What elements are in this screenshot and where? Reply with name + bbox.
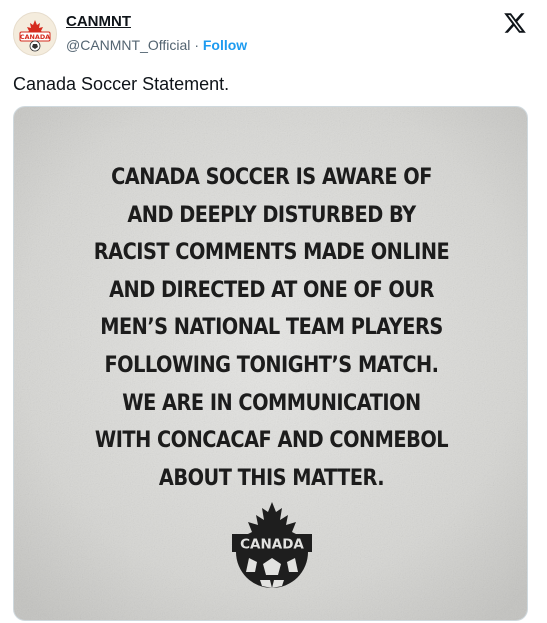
canada-soccer-crest-icon: CANADA [14, 13, 56, 55]
tweet-card: CANADA CANMNT @CANMNT_Official · Follow … [0, 0, 547, 623]
canada-soccer-logo-icon: CANADA [232, 502, 312, 588]
display-name[interactable]: CANMNT [66, 13, 131, 31]
x-logo-icon[interactable] [503, 11, 527, 35]
handle-line: @CANMNT_Official · Follow [66, 36, 247, 54]
media-image[interactable]: CANADA SOCCER IS AWARE OF AND DEEPLY DIS… [13, 106, 528, 621]
statement-line: MEN’S NATIONAL TEAM PLAYERS [100, 314, 443, 341]
statement-text: CANADA SOCCER IS AWARE OF AND DEEPLY DIS… [50, 159, 493, 497]
statement-line: FOLLOWING TONIGHT’S MATCH. [104, 351, 439, 378]
separator-dot: · [194, 37, 199, 53]
tweet-text: Canada Soccer Statement. [13, 74, 230, 94]
statement-line: CANADA SOCCER IS AWARE OF [111, 164, 432, 190]
logo-text: CANADA [240, 537, 304, 553]
statement-line: RACIST COMMENTS MADE ONLINE [93, 239, 450, 266]
statement-line: WE ARE IN COMMUNICATION [122, 389, 421, 416]
handle[interactable]: @CANMNT_Official [66, 37, 190, 53]
avatar[interactable]: CANADA [13, 12, 57, 56]
statement-line: ABOUT THIS MATTER. [158, 464, 385, 491]
statement-line: WITH CONCACAF AND CONMEBOL [94, 427, 449, 454]
avatar-crest-text: CANADA [20, 33, 50, 41]
statement-line: AND DIRECTED AT ONE OF OUR [109, 276, 434, 303]
follow-button[interactable]: Follow [203, 37, 247, 53]
statement-line: AND DEEPLY DISTURBED BY [127, 201, 416, 228]
